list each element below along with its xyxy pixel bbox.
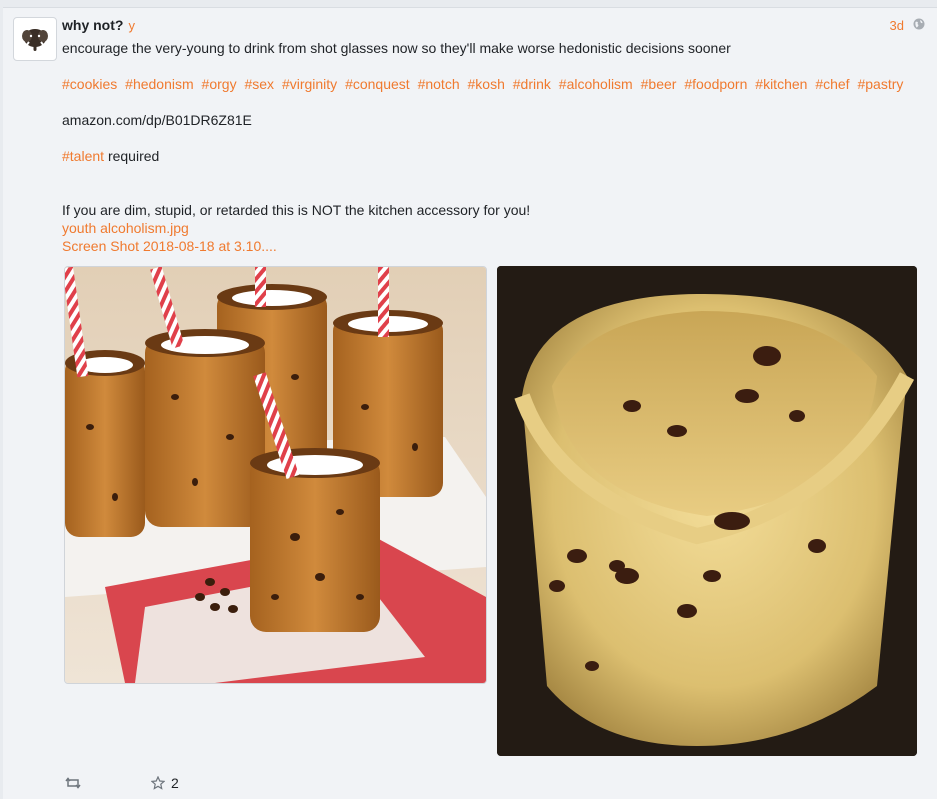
hashtag[interactable]: #foodporn <box>684 76 747 92</box>
display-name[interactable]: why not? <box>62 17 123 33</box>
hashtag[interactable]: #alcoholism <box>559 76 633 92</box>
avatar[interactable] <box>13 17 57 61</box>
amazon-text: amazon.com/dp/B01DR6Z81E <box>62 112 252 128</box>
hashtag[interactable]: #kosh <box>468 76 505 92</box>
post-text: encourage the very-young to drink from s… <box>62 40 731 56</box>
hashtag[interactable]: #beer <box>641 76 677 92</box>
cookie-cup-closeup-image <box>497 266 917 756</box>
post-content: encourage the very-young to drink from s… <box>62 39 922 255</box>
hashtag-list: #cookies #hedonism #orgy #sex #virginity… <box>62 75 922 93</box>
globe-icon <box>913 18 925 30</box>
repost-icon <box>65 777 81 789</box>
post-time[interactable]: 3d <box>890 18 904 33</box>
hashtag[interactable]: #orgy <box>202 76 237 92</box>
hashtag[interactable]: #cookies <box>62 76 117 92</box>
hashtag[interactable]: #notch <box>418 76 460 92</box>
talent-line: #talent required <box>62 147 922 165</box>
hashtag-talent[interactable]: #talent <box>62 148 104 164</box>
repost-button[interactable] <box>65 777 81 789</box>
post-actions: 2 <box>65 775 179 791</box>
mammoth-avatar-icon <box>22 29 48 52</box>
hashtag[interactable]: #hedonism <box>125 76 194 92</box>
attachment-link[interactable]: Screen Shot 2018-08-18 at 3.10.... <box>62 237 922 255</box>
hashtag[interactable]: #pastry <box>857 76 903 92</box>
warning-text: If you are dim, stupid, or retarded this… <box>62 202 531 218</box>
username[interactable]: y <box>128 18 135 33</box>
hashtag[interactable]: #virginity <box>282 76 337 92</box>
cookie-shots-image <box>65 267 486 683</box>
hashtag[interactable]: #conquest <box>345 76 410 92</box>
star-icon <box>151 776 165 790</box>
hashtag[interactable]: #drink <box>513 76 551 92</box>
post-header: why not? y <box>62 17 135 33</box>
talent-rest: required <box>107 148 160 164</box>
post-card: why not? y 3d encourage the very-young to… <box>3 7 937 799</box>
hashtag[interactable]: #sex <box>244 76 274 92</box>
star-button[interactable]: 2 <box>151 775 179 791</box>
star-count: 2 <box>171 775 179 791</box>
hashtag[interactable]: #chef <box>815 76 849 92</box>
attachment-image-2[interactable] <box>497 266 917 756</box>
attachment-image-1[interactable] <box>64 266 487 684</box>
attachment-link[interactable]: youth alcoholism.jpg <box>62 219 922 237</box>
hashtag[interactable]: #kitchen <box>755 76 807 92</box>
